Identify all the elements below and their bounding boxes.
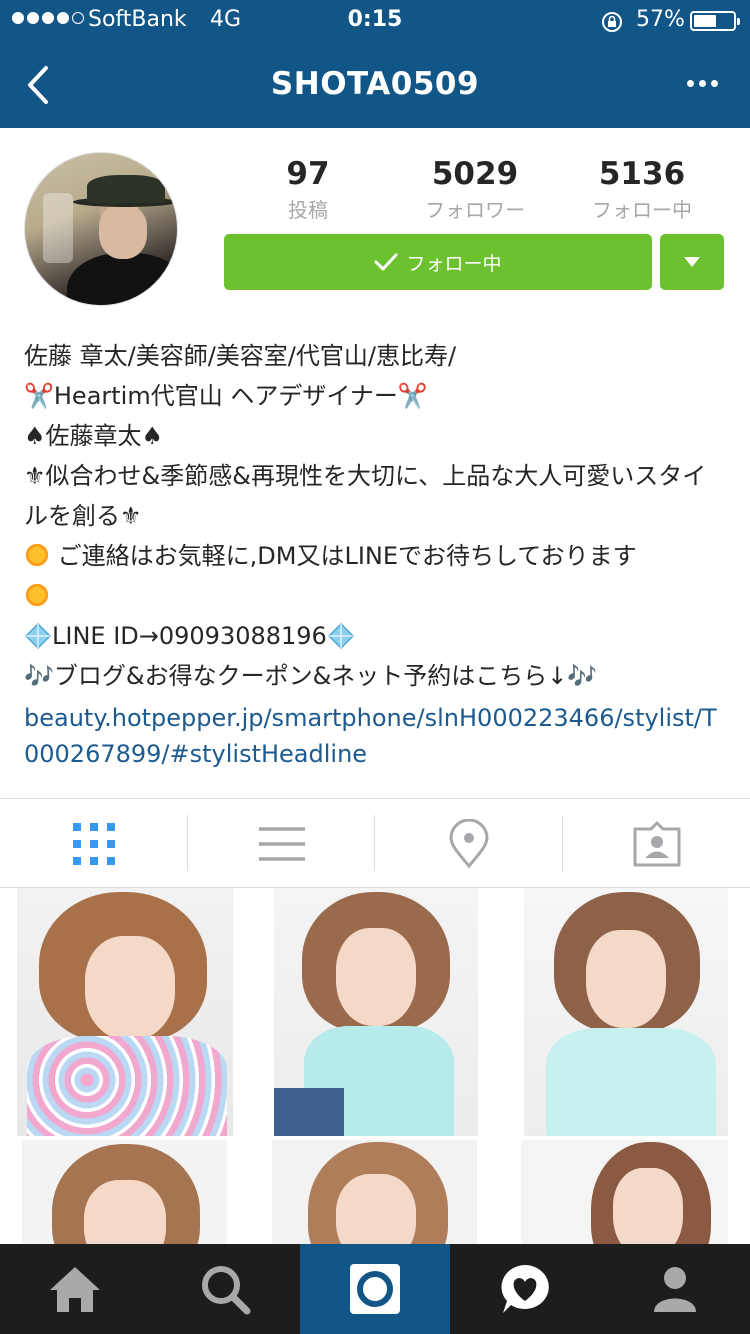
location-pin-icon <box>448 819 489 869</box>
stat-posts-count: 97 <box>286 156 330 192</box>
nav-activity[interactable] <box>450 1244 600 1334</box>
photo-thumbnail[interactable] <box>524 888 728 1136</box>
profile-view-tabs <box>0 798 750 888</box>
stat-followers-count: 5029 <box>431 156 519 192</box>
tab-list-view[interactable] <box>188 799 375 889</box>
photo-thumbnail[interactable] <box>272 1140 477 1244</box>
diamond-icon <box>24 622 52 650</box>
grid-icon <box>72 823 115 865</box>
heart-bubble-icon <box>501 1265 549 1313</box>
stat-followers[interactable]: 5029 フォロワー <box>405 156 545 223</box>
bio-contact-text: ご連絡はお気軽に,DM又はLINEでお待ちしております <box>57 542 637 570</box>
person-tag-icon <box>633 821 680 867</box>
photo-thumbnail[interactable] <box>274 888 478 1136</box>
home-icon <box>50 1267 100 1312</box>
bio-line-id-text: LINE ID→09093088196 <box>52 622 327 650</box>
profile-bio: 佐藤 章太/美容師/美容室/代官山/恵比寿/ ✂️Heartim代官山 ヘアデザ… <box>24 336 724 696</box>
nav-search[interactable] <box>150 1244 300 1334</box>
stat-followers-label: フォロワー <box>425 198 525 222</box>
sun-icon <box>24 582 50 608</box>
nav-profile[interactable] <box>600 1244 750 1334</box>
bottom-navigation <box>0 1244 750 1334</box>
sun-icon <box>24 542 50 568</box>
photo-thumbnail[interactable] <box>521 1140 728 1244</box>
tab-grid-view[interactable] <box>0 799 187 889</box>
nav-camera[interactable] <box>300 1244 450 1334</box>
caret-down-icon <box>684 257 700 267</box>
photo-thumbnail[interactable] <box>22 1140 227 1244</box>
photo-grid <box>0 888 750 1244</box>
bio-line-contact: ご連絡はお気軽に,DM又はLINEでお待ちしております <box>24 536 724 616</box>
stat-following[interactable]: 5136 フォロー中 <box>572 156 712 223</box>
following-button-label: フォロー中 <box>406 252 502 275</box>
bio-line: 佐藤 章太/美容師/美容室/代官山/恵比寿/ <box>24 342 457 370</box>
battery-icon <box>690 11 740 31</box>
bio-line: 🎶ブログ&お得なクーポン&ネット予約はこちら↓🎶 <box>24 662 598 690</box>
list-icon <box>258 827 305 861</box>
photo-thumbnail[interactable] <box>17 888 233 1136</box>
bio-line-line-id: LINE ID→09093088196 <box>24 616 724 656</box>
stat-following-label: フォロー中 <box>592 198 692 222</box>
tab-tagged-view[interactable] <box>563 799 750 889</box>
page-title: SHOTA0509 <box>270 66 480 102</box>
camera-icon <box>350 1264 400 1314</box>
person-icon <box>654 1267 696 1312</box>
suggestions-dropdown-button[interactable] <box>660 234 724 290</box>
search-icon <box>202 1266 251 1315</box>
top-bar: SoftBank 4G 0:15 57% SHOTA0509 <box>0 0 750 128</box>
stat-posts[interactable]: 97 投稿 <box>238 156 378 223</box>
more-options-button[interactable] <box>680 68 724 98</box>
profile-avatar[interactable] <box>24 152 178 306</box>
nav-home[interactable] <box>0 1244 150 1334</box>
more-horizontal-icon <box>686 79 694 87</box>
tab-map-view[interactable] <box>375 799 562 889</box>
following-button[interactable]: フォロー中 <box>224 234 652 290</box>
bio-line: ⚜似合わせ&季節感&再現性を大切に、上品な大人可愛いスタイルを創る⚜ <box>24 462 707 530</box>
stat-posts-label: 投稿 <box>288 198 328 222</box>
bio-line: ♠佐藤章太♠ <box>24 422 164 450</box>
diamond-icon <box>327 622 354 650</box>
stat-following-count: 5136 <box>598 156 686 192</box>
rotation-lock-icon <box>602 12 622 32</box>
status-bar: SoftBank 4G 0:15 57% <box>0 0 750 40</box>
bio-line: ✂️Heartim代官山 ヘアデザイナー✂️ <box>24 382 428 410</box>
profile-website-link[interactable]: beauty.hotpepper.jp/smartphone/slnH00022… <box>24 700 724 772</box>
checkmark-icon <box>374 253 398 271</box>
battery-percent: 57% <box>636 7 685 32</box>
